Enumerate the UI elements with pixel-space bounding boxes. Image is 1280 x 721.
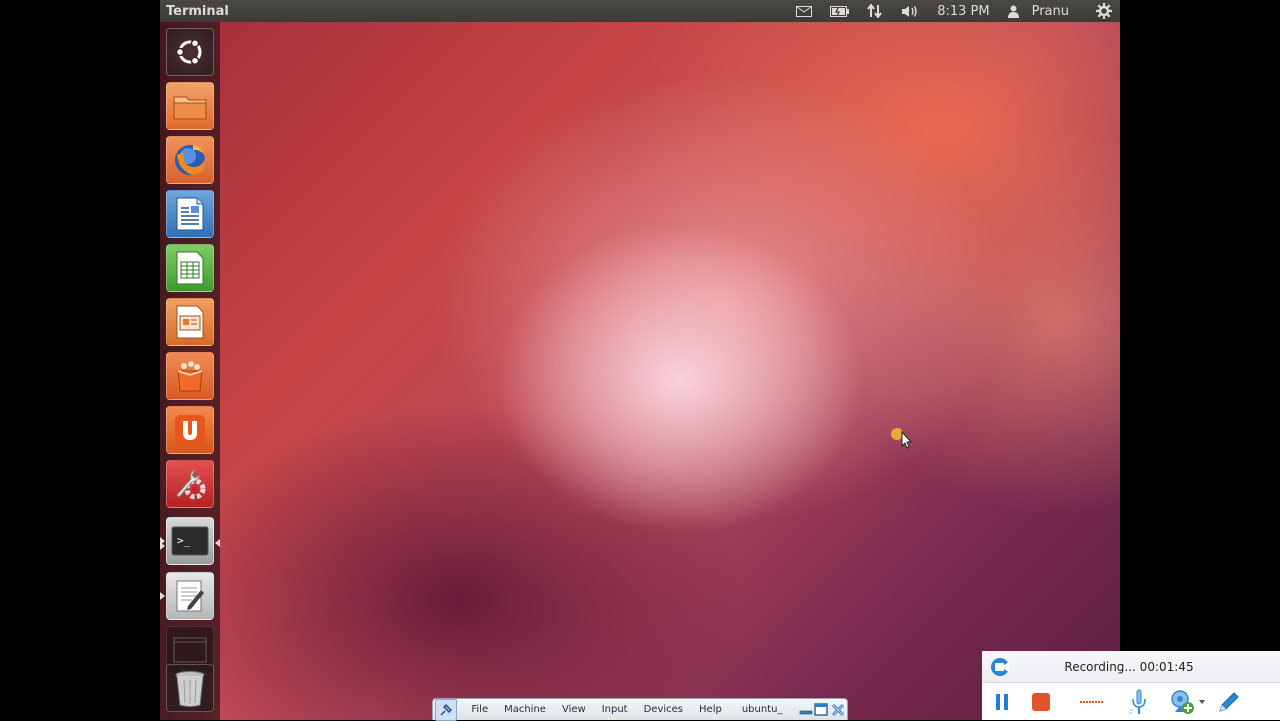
running-indicator-left-2 bbox=[160, 542, 165, 550]
audio-level-icon bbox=[1079, 700, 1105, 704]
battery-icon[interactable] bbox=[821, 5, 858, 17]
user-name: Pranu bbox=[1031, 3, 1069, 19]
ubuntu-logo-icon bbox=[175, 39, 202, 65]
launcher-firefox[interactable] bbox=[166, 136, 214, 184]
writer-icon bbox=[176, 197, 204, 231]
launcher-system-settings[interactable] bbox=[166, 460, 214, 508]
mail-icon[interactable] bbox=[787, 5, 821, 17]
volume-icon[interactable] bbox=[892, 5, 928, 18]
launcher-ubuntu-one[interactable] bbox=[166, 406, 214, 454]
top-panel: Terminal 8:13 PM Pranu bbox=[160, 0, 1120, 22]
shopping-bag-icon bbox=[177, 361, 203, 392]
app-title: Terminal bbox=[166, 3, 229, 19]
gear-icon[interactable] bbox=[1087, 3, 1114, 19]
launcher-libreoffice-writer[interactable] bbox=[166, 190, 214, 238]
folder-icon bbox=[173, 96, 207, 120]
user-icon bbox=[1007, 5, 1019, 18]
pen-annotate-icon[interactable] bbox=[1215, 690, 1243, 714]
restore-icon[interactable] bbox=[813, 703, 830, 716]
chevron-down-icon[interactable] bbox=[1197, 699, 1207, 704]
menu-input[interactable]: Input bbox=[594, 704, 636, 715]
menu-devices[interactable]: Devices bbox=[636, 704, 691, 715]
terminal-icon: >_ bbox=[171, 526, 209, 556]
user-menu[interactable]: Pranu bbox=[999, 4, 1087, 19]
workspace-icon bbox=[173, 637, 207, 663]
launcher-software-center[interactable] bbox=[166, 352, 214, 400]
indicator-tray: 8:13 PM Pranu bbox=[787, 3, 1114, 19]
virtualbox-mini-toolbar: File Machine View Input Devices Help ubu… bbox=[432, 698, 848, 721]
unity-launcher: >_ bbox=[160, 22, 220, 720]
microphone-level-icon[interactable] bbox=[1127, 689, 1151, 715]
network-updown-icon[interactable] bbox=[858, 4, 892, 18]
running-indicator-editor bbox=[160, 592, 165, 600]
launcher-text-editor[interactable] bbox=[166, 572, 214, 620]
launcher-terminal[interactable]: >_ bbox=[166, 517, 214, 565]
text-editor-icon bbox=[176, 580, 204, 612]
machine-name: ubuntu_ bbox=[741, 704, 783, 715]
stop-icon[interactable] bbox=[1031, 692, 1051, 711]
launcher-trash[interactable] bbox=[166, 664, 214, 712]
webcam-add-icon[interactable] bbox=[1169, 689, 1195, 715]
minimize-icon[interactable] bbox=[798, 705, 812, 715]
recorder-toolbar bbox=[982, 683, 1280, 720]
ubuntu-one-icon bbox=[175, 415, 205, 445]
recorder-camera-icon bbox=[990, 657, 1014, 677]
mouse-cursor bbox=[890, 426, 916, 456]
menu-machine[interactable]: Machine bbox=[496, 704, 554, 715]
launcher-dash-home[interactable] bbox=[166, 28, 214, 76]
recorder-header: Recording... 00:01:45 bbox=[982, 651, 1280, 683]
pin-icon[interactable] bbox=[435, 698, 458, 721]
pause-icon[interactable] bbox=[993, 693, 1011, 711]
menu-file[interactable]: File bbox=[463, 704, 496, 715]
launcher-libreoffice-impress[interactable] bbox=[166, 298, 214, 346]
calc-icon bbox=[176, 251, 204, 285]
focused-indicator-right bbox=[215, 539, 220, 547]
clock[interactable]: 8:13 PM bbox=[928, 4, 998, 19]
screen-recorder-panel: Recording... 00:01:45 bbox=[982, 651, 1280, 720]
impress-icon bbox=[176, 305, 204, 339]
recording-status: Recording... 00:01:45 bbox=[1064, 659, 1194, 674]
close-icon[interactable] bbox=[830, 703, 847, 717]
svg-text:>_: >_ bbox=[177, 534, 191, 547]
menu-help[interactable]: Help bbox=[691, 704, 730, 715]
firefox-icon bbox=[175, 145, 206, 175]
menu-view[interactable]: View bbox=[554, 704, 594, 715]
launcher-libreoffice-calc[interactable] bbox=[166, 244, 214, 292]
trash-icon bbox=[175, 671, 205, 707]
settings-wrench-icon bbox=[176, 469, 206, 500]
desktop-wallpaper: Terminal 8:13 PM Pranu >_ bbox=[160, 0, 1120, 720]
launcher-files[interactable] bbox=[166, 82, 214, 130]
